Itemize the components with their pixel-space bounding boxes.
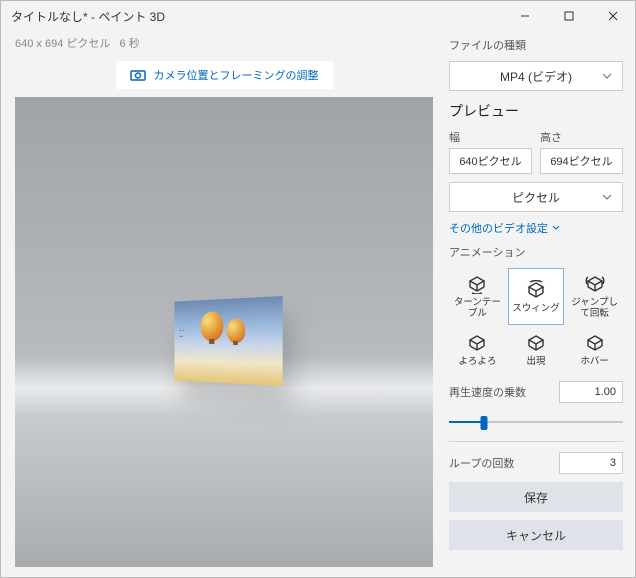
chevron-down-icon (602, 71, 612, 81)
minimize-button[interactable] (503, 1, 547, 31)
save-button[interactable]: 保存 (449, 482, 623, 512)
cancel-button[interactable]: キャンセル (449, 520, 623, 550)
animation-grid: ターンテーブル スウィング ジャンプして回転 よろよろ 出現 (449, 268, 623, 373)
cube-jump-icon (585, 274, 605, 294)
titlebar: タイトルなし* - ペイント 3D (1, 1, 635, 31)
window-controls (503, 1, 635, 31)
preview-section-title: プレビュー (449, 101, 623, 121)
anim-jump-rotate[interactable]: ジャンプして回転 (566, 268, 623, 325)
width-label: 幅 (449, 129, 532, 145)
preview-canvas[interactable]: ˇ ˇˇˇ (15, 97, 433, 567)
unit-select[interactable]: ピクセル (449, 182, 623, 212)
camera-icon (130, 69, 146, 81)
export-dialog: タイトルなし* - ペイント 3D 640 x 694 ピクセル 6 秒 カメラ… (0, 0, 636, 578)
camera-button-label: カメラ位置とフレーミングの調整 (154, 67, 319, 83)
loops-input[interactable]: 3 (559, 452, 623, 474)
filetype-select[interactable]: MP4 (ビデオ) (449, 61, 623, 91)
left-panel: 640 x 694 ピクセル 6 秒 カメラ位置とフレーミングの調整 ˇ ˇˇˇ (1, 31, 443, 577)
speed-label: 再生速度の乗数 (449, 384, 526, 400)
animation-label: アニメーション (449, 244, 623, 260)
preview-subject: ˇ ˇˇˇ (175, 296, 283, 386)
loops-label: ループの回数 (449, 455, 514, 471)
cube-turntable-icon (467, 274, 487, 294)
speed-input[interactable]: 1.00 (559, 381, 623, 403)
height-input[interactable]: 694ピクセル (540, 148, 623, 174)
speed-slider[interactable] (449, 413, 623, 431)
divider (449, 441, 623, 442)
cube-hover-icon (585, 333, 605, 353)
anim-turntable[interactable]: ターンテーブル (449, 268, 506, 325)
anim-wobble[interactable]: よろよろ (449, 327, 506, 373)
cube-appear-icon (526, 333, 546, 353)
chevron-down-icon (552, 224, 560, 232)
cube-swing-icon (526, 280, 546, 300)
balloon-1 (201, 311, 224, 341)
window-title: タイトルなし* - ペイント 3D (11, 8, 503, 25)
unit-value: ピクセル (512, 189, 560, 206)
anim-hover[interactable]: ホバー (566, 327, 623, 373)
anim-appear[interactable]: 出現 (508, 327, 565, 373)
slider-thumb[interactable] (480, 416, 487, 430)
balloon-2 (227, 319, 245, 344)
chevron-down-icon (602, 192, 612, 202)
camera-framing-button[interactable]: カメラ位置とフレーミングの調整 (116, 61, 333, 89)
right-panel: ファイルの種類 MP4 (ビデオ) プレビュー 幅 640ピクセル 高さ 694… (443, 31, 635, 577)
dimensions-meta: 640 x 694 ピクセル 6 秒 (15, 35, 433, 51)
close-button[interactable] (591, 1, 635, 31)
filetype-value: MP4 (ビデオ) (500, 68, 572, 85)
maximize-button[interactable] (547, 1, 591, 31)
width-input[interactable]: 640ピクセル (449, 148, 532, 174)
filetype-label: ファイルの種類 (449, 37, 623, 53)
birds-icon: ˇ ˇˇˇ (180, 332, 185, 343)
more-video-settings[interactable]: その他のビデオ設定 (449, 220, 623, 236)
height-label: 高さ (540, 129, 623, 145)
cube-wobble-icon (467, 333, 487, 353)
anim-swing[interactable]: スウィング (508, 268, 565, 325)
